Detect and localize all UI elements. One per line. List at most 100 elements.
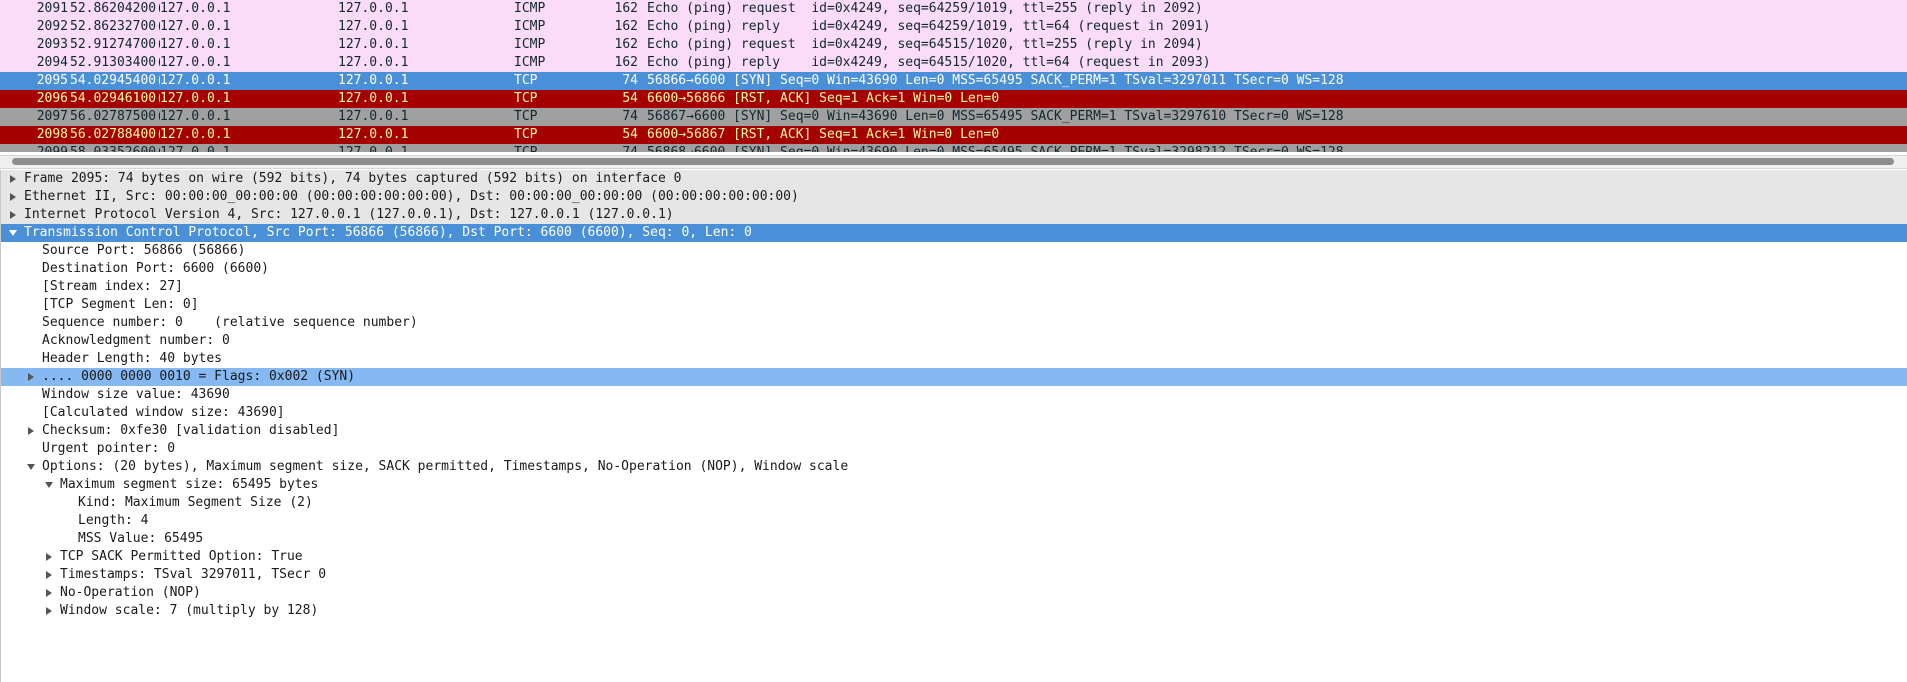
- tree-item-flags[interactable]: .... 0000 0000 0010 = Flags: 0x002 (SYN): [1, 368, 1907, 386]
- packet-protocol: TCP: [514, 109, 538, 124]
- packet-length: 74: [622, 73, 638, 88]
- packet-source: 127.0.0.1: [160, 144, 335, 152]
- tree-item-ethernet[interactable]: Ethernet II, Src: 00:00:00_00:00:00 (00:…: [1, 188, 1907, 206]
- packet-row[interactable]: 2099 58.03352600( 127.0.0.1 127.0.0.1 TC…: [0, 144, 1907, 152]
- tree-item-label: [Stream index: 27]: [42, 279, 183, 294]
- packet-source: 127.0.0.1: [160, 1, 231, 16]
- tree-item-label: Source Port: 56866 (56866): [42, 243, 246, 258]
- packet-time: 54.02945400(: [70, 73, 160, 88]
- packet-no: 2096: [36, 91, 68, 106]
- expand-arrow-icon[interactable]: [43, 566, 55, 584]
- tree-item-label: Options: (20 bytes), Maximum segment siz…: [42, 459, 849, 474]
- tree-item-nop[interactable]: No-Operation (NOP): [1, 584, 1907, 602]
- tree-item-mss-length[interactable]: Length: 4: [1, 512, 1907, 530]
- tree-item-sequence-number[interactable]: Sequence number: 0 (relative sequence nu…: [1, 314, 1907, 332]
- packet-time: 56.02787500(: [70, 109, 160, 124]
- tree-item-header-length[interactable]: Header Length: 40 bytes: [1, 350, 1907, 368]
- tree-item-tcp[interactable]: Transmission Control Protocol, Src Port:…: [1, 224, 1907, 242]
- expand-arrow-icon[interactable]: [25, 368, 37, 386]
- tree-item-label: Acknowledgment number: 0: [42, 333, 230, 348]
- tree-item-label: Checksum: 0xfe30 [validation disabled]: [42, 423, 340, 438]
- tree-item-label: Frame 2095: 74 bytes on wire (592 bits),…: [24, 171, 682, 186]
- packet-protocol: TCP: [514, 73, 538, 88]
- packet-row[interactable]: 2096 54.02946100( 127.0.0.1 127.0.0.1 TC…: [0, 90, 1907, 108]
- packet-row[interactable]: 2091 52.86204200( 127.0.0.1 127.0.0.1 IC…: [0, 0, 1907, 18]
- packet-destination: 127.0.0.1: [338, 19, 409, 34]
- packet-destination: 127.0.0.1: [338, 37, 409, 52]
- packet-row[interactable]: 2092 52.86232700( 127.0.0.1 127.0.0.1 IC…: [0, 18, 1907, 36]
- packet-length: 74: [622, 109, 638, 124]
- tree-item-label: MSS Value: 65495: [78, 531, 204, 546]
- tree-item-label: Length: 4: [78, 513, 149, 528]
- packet-protocol: TCP: [514, 127, 538, 142]
- tree-item-segment-len[interactable]: [TCP Segment Len: 0]: [1, 296, 1907, 314]
- packet-source: 127.0.0.1: [160, 55, 231, 70]
- tree-item-mss-value[interactable]: MSS Value: 65495: [1, 530, 1907, 548]
- packet-no: 2093: [36, 37, 68, 52]
- packet-source: 127.0.0.1: [160, 73, 231, 88]
- collapse-arrow-icon[interactable]: [7, 224, 19, 242]
- collapse-arrow-icon[interactable]: [25, 458, 37, 476]
- expand-arrow-icon[interactable]: [7, 188, 19, 206]
- packet-no: 2091: [36, 1, 68, 16]
- tree-item-source-port[interactable]: Source Port: 56866 (56866): [1, 242, 1907, 260]
- tree-item-ipv4[interactable]: Internet Protocol Version 4, Src: 127.0.…: [1, 206, 1907, 224]
- packet-protocol: TCP: [514, 91, 538, 106]
- tree-item-window-scale[interactable]: Window scale: 7 (multiply by 128): [1, 602, 1907, 620]
- tree-item-window-size[interactable]: Window size value: 43690: [1, 386, 1907, 404]
- tree-item-timestamps[interactable]: Timestamps: TSval 3297011, TSecr 0: [1, 566, 1907, 584]
- packet-info: 6600→56867 [RST, ACK] Seq=1 Ack=1 Win=0 …: [647, 127, 1000, 142]
- packet-source: 127.0.0.1: [160, 109, 231, 124]
- horizontal-scrollbar[interactable]: [0, 155, 1907, 169]
- packet-row[interactable]: 2098 56.02788400( 127.0.0.1 127.0.0.1 TC…: [0, 126, 1907, 144]
- packet-time: 58.03352600(: [70, 144, 160, 152]
- tree-item-label: Timestamps: TSval 3297011, TSecr 0: [60, 567, 327, 582]
- tree-item-calc-window-size[interactable]: [Calculated window size: 43690]: [1, 404, 1907, 422]
- packet-source: 127.0.0.1: [160, 91, 231, 106]
- tree-item-label: TCP SACK Permitted Option: True: [60, 549, 303, 564]
- packet-length: 162: [614, 55, 638, 70]
- packet-length: 54: [622, 91, 638, 106]
- expand-arrow-icon[interactable]: [7, 206, 19, 224]
- tree-item-urgent-pointer[interactable]: Urgent pointer: 0: [1, 440, 1907, 458]
- tree-item-checksum[interactable]: Checksum: 0xfe30 [validation disabled]: [1, 422, 1907, 440]
- collapse-arrow-icon[interactable]: [43, 476, 55, 494]
- packet-list[interactable]: 2091 52.86204200( 127.0.0.1 127.0.0.1 IC…: [0, 0, 1907, 152]
- expand-arrow-icon[interactable]: [43, 548, 55, 566]
- packet-row[interactable]: 2094 52.91303400( 127.0.0.1 127.0.0.1 IC…: [0, 54, 1907, 72]
- packet-protocol: TCP: [514, 144, 584, 152]
- packet-info: Echo (ping) reply id=0x4249, seq=64515/1…: [647, 55, 1211, 70]
- packet-time: 52.86204200(: [70, 1, 160, 16]
- tree-item-sack-permitted[interactable]: TCP SACK Permitted Option: True: [1, 548, 1907, 566]
- tree-item-ack-number[interactable]: Acknowledgment number: 0: [1, 332, 1907, 350]
- packet-source: 127.0.0.1: [160, 19, 231, 34]
- packet-info: 56868→6600 [SYN] Seq=0 Win=43690 Len=0 M…: [647, 144, 1897, 152]
- packet-source: 127.0.0.1: [160, 127, 231, 142]
- tree-item-mss[interactable]: Maximum segment size: 65495 bytes: [1, 476, 1907, 494]
- expand-arrow-icon[interactable]: [7, 170, 19, 188]
- tree-item-mss-kind[interactable]: Kind: Maximum Segment Size (2): [1, 494, 1907, 512]
- packet-row-selected[interactable]: 2095 54.02945400( 127.0.0.1 127.0.0.1 TC…: [0, 72, 1907, 90]
- expand-arrow-icon[interactable]: [43, 602, 55, 620]
- tree-item-label: Ethernet II, Src: 00:00:00_00:00:00 (00:…: [24, 189, 799, 204]
- expand-arrow-icon[interactable]: [43, 584, 55, 602]
- tree-item-destination-port[interactable]: Destination Port: 6600 (6600): [1, 260, 1907, 278]
- tree-item-stream-index[interactable]: [Stream index: 27]: [1, 278, 1907, 296]
- packet-row[interactable]: 2093 52.91274700( 127.0.0.1 127.0.0.1 IC…: [0, 36, 1907, 54]
- packet-length: 162: [614, 37, 638, 52]
- tree-item-frame[interactable]: Frame 2095: 74 bytes on wire (592 bits),…: [1, 170, 1907, 188]
- tree-item-label: Urgent pointer: 0: [42, 441, 176, 456]
- scrollbar-thumb[interactable]: [12, 158, 1894, 165]
- packet-destination: 127.0.0.1: [338, 144, 513, 152]
- packet-no: 2094: [36, 55, 68, 70]
- tree-item-options[interactable]: Options: (20 bytes), Maximum segment siz…: [1, 458, 1907, 476]
- packet-row[interactable]: 2097 56.02787500( 127.0.0.1 127.0.0.1 TC…: [0, 108, 1907, 126]
- packet-details-tree[interactable]: Frame 2095: 74 bytes on wire (592 bits),…: [0, 170, 1907, 682]
- packet-destination: 127.0.0.1: [338, 73, 409, 88]
- expand-arrow-icon[interactable]: [25, 422, 37, 440]
- packet-no: 2097: [36, 109, 68, 124]
- packet-time: 52.91274700(: [70, 37, 160, 52]
- packet-destination: 127.0.0.1: [338, 91, 409, 106]
- packet-protocol: ICMP: [514, 55, 546, 70]
- tree-item-label: No-Operation (NOP): [60, 585, 201, 600]
